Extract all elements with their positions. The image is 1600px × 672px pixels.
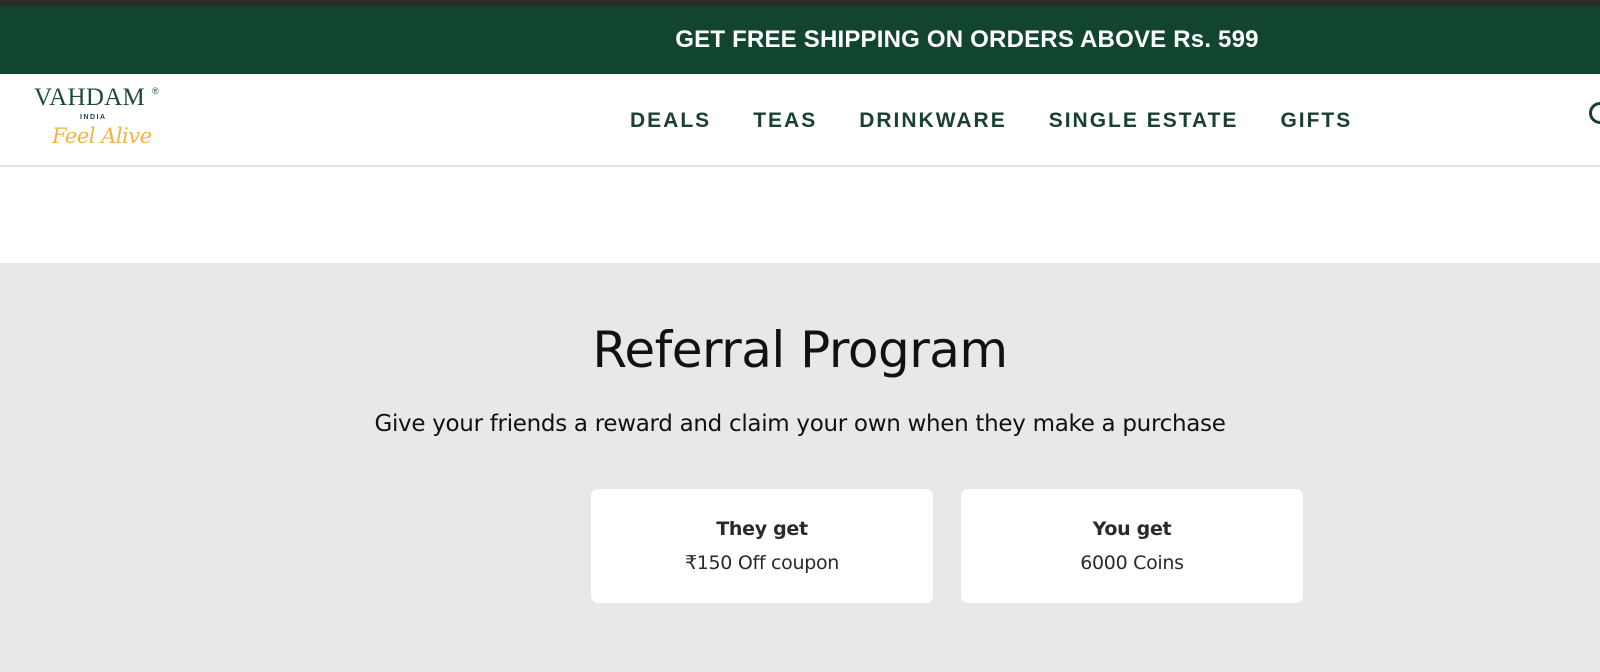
search-icon[interactable] xyxy=(1589,102,1600,124)
nav-item-gifts[interactable]: GIFTS xyxy=(1280,109,1352,133)
reward-card-value: ₹150 Off coupon xyxy=(684,552,840,574)
logo-registered-mark: ® xyxy=(152,86,159,96)
reward-card-title: They get xyxy=(716,518,808,540)
logo-tagline: Feel Alive xyxy=(52,124,152,148)
main-nav: DEALS TEAS DRINKWARE SINGLE ESTATE GIFTS xyxy=(630,74,1394,167)
site-header: VAHDAM ® INDIA Feel Alive DEALS TEAS DRI… xyxy=(0,74,1600,167)
announcement-bar: GET FREE SHIPPING ON ORDERS ABOVE Rs. 59… xyxy=(0,6,1600,74)
logo-country: INDIA xyxy=(80,114,107,121)
reward-cards: They get ₹150 Off coupon You get 6000 Co… xyxy=(591,489,1303,603)
content-spacer xyxy=(0,167,1600,263)
announcement-text: GET FREE SHIPPING ON ORDERS ABOVE Rs. 59… xyxy=(675,26,1259,53)
referral-title: Referral Program xyxy=(592,321,1008,379)
nav-item-single-estate[interactable]: SINGLE ESTATE xyxy=(1049,109,1239,133)
nav-item-teas[interactable]: TEAS xyxy=(753,109,817,133)
reward-card-title: You get xyxy=(1092,518,1172,540)
referral-section: Referral Program Give your friends a rew… xyxy=(0,263,1600,672)
logo-brand: VAHDAM xyxy=(34,84,146,111)
referral-subtitle: Give your friends a reward and claim you… xyxy=(374,411,1226,437)
reward-card-friend: They get ₹150 Off coupon xyxy=(591,489,933,603)
nav-item-drinkware[interactable]: DRINKWARE xyxy=(859,109,1007,133)
reward-card-you: You get 6000 Coins xyxy=(961,489,1303,603)
reward-card-value: 6000 Coins xyxy=(1080,552,1184,574)
logo[interactable]: VAHDAM ® INDIA Feel Alive xyxy=(34,84,164,160)
nav-item-deals[interactable]: DEALS xyxy=(630,109,711,133)
